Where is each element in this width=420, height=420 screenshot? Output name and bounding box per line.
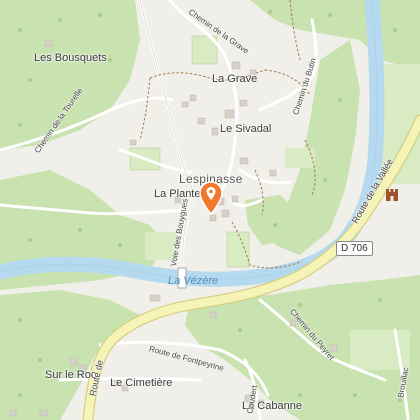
meadow-4 — [145, 232, 177, 260]
location-pin-icon[interactable] — [198, 181, 224, 216]
bridge — [177, 267, 187, 289]
castle-icon[interactable] — [385, 187, 399, 201]
road-shield-d706: D 706 — [336, 241, 373, 256]
meadow-3 — [226, 231, 250, 268]
map-view[interactable]: Les Bousquets La Grave Le Sivadal Lespin… — [0, 0, 420, 420]
meadow-5 — [285, 148, 315, 168]
